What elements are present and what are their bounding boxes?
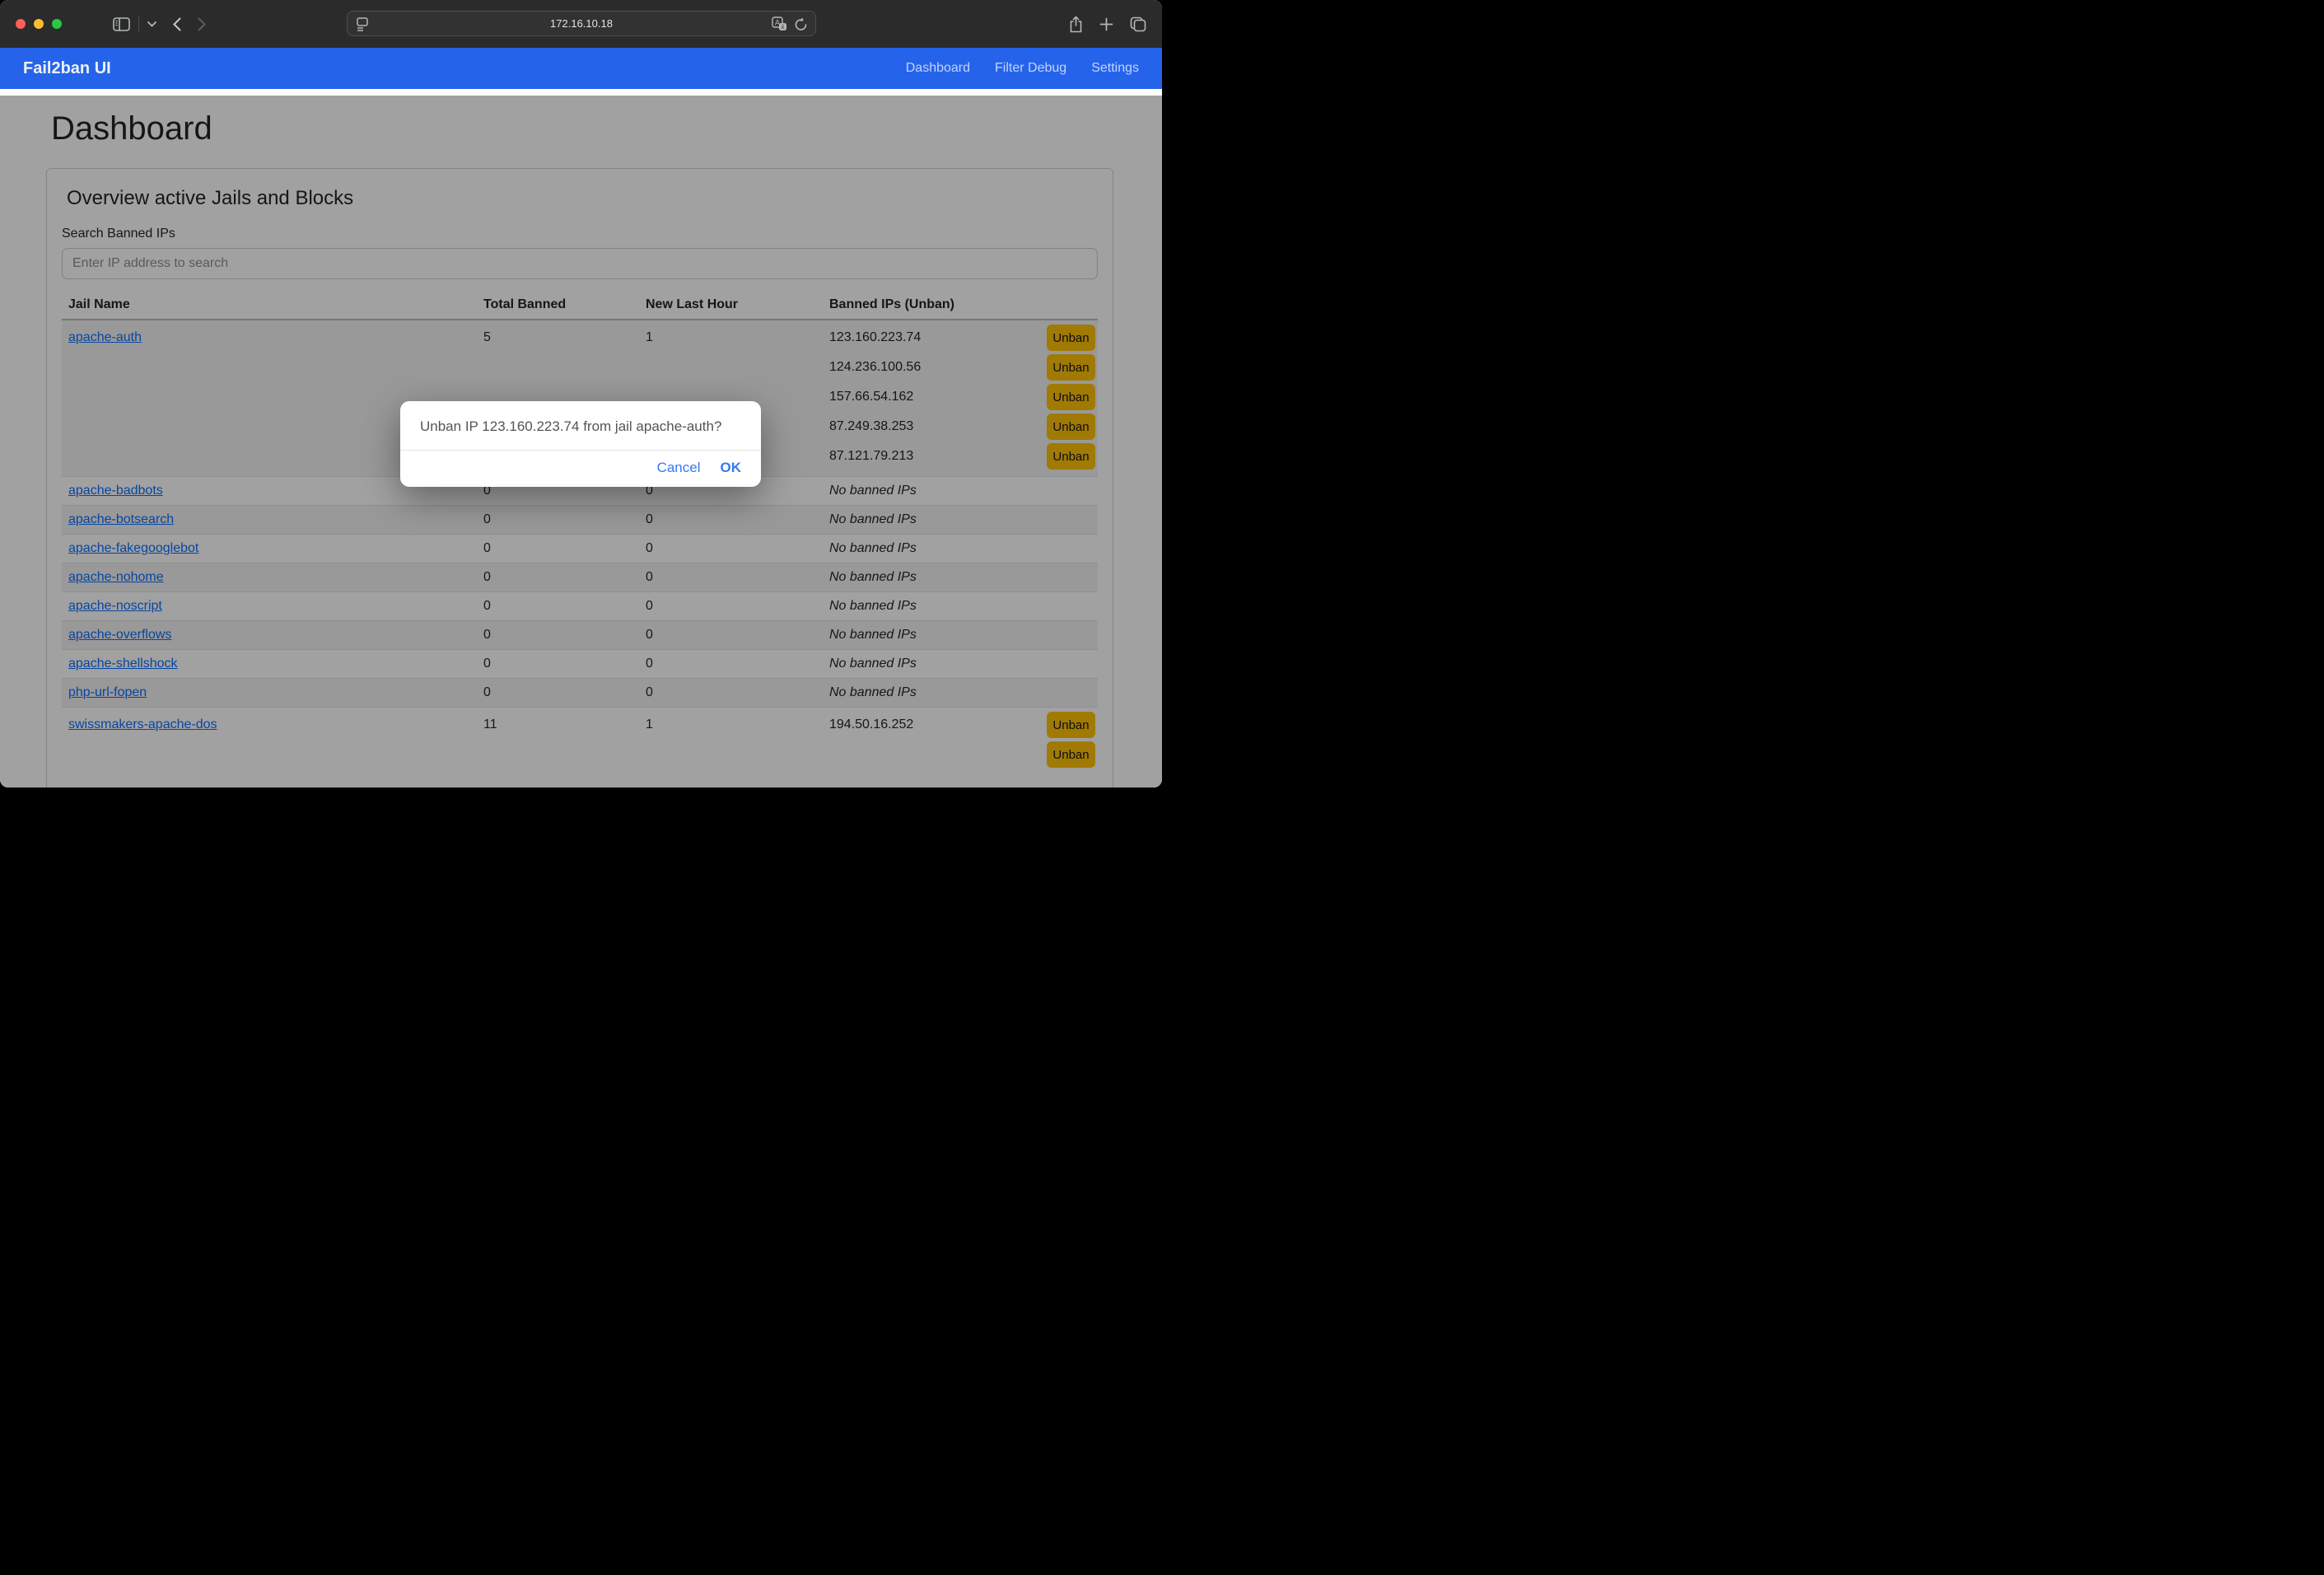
ok-button[interactable]: OK (721, 460, 742, 476)
cancel-button[interactable]: Cancel (657, 460, 701, 476)
close-window-button[interactable] (16, 19, 26, 29)
dialog-message: Unban IP 123.160.223.74 from jail apache… (400, 401, 761, 451)
minimize-window-button[interactable] (34, 19, 44, 29)
back-icon[interactable] (173, 17, 181, 31)
chevron-down-icon[interactable] (147, 21, 156, 27)
safari-window: 172.16.10.18 A x̄ (0, 0, 1162, 788)
new-tab-icon[interactable] (1099, 17, 1113, 31)
browser-toolbar: 172.16.10.18 A x̄ (0, 0, 1162, 48)
translate-icon[interactable]: A x̄ (772, 16, 787, 32)
nav-link-filter-debug[interactable]: Filter Debug (995, 61, 1066, 76)
reload-icon[interactable] (795, 18, 807, 31)
url-text[interactable]: 172.16.10.18 (348, 12, 815, 35)
confirm-dialog: Unban IP 123.160.223.74 from jail apache… (400, 401, 761, 487)
zoom-window-button[interactable] (52, 19, 62, 29)
toolbar-divider (138, 16, 139, 32)
nav-link-dashboard[interactable]: Dashboard (906, 61, 970, 76)
forward-icon[interactable] (198, 17, 206, 31)
sidebar-icon[interactable] (113, 17, 130, 31)
address-bar[interactable]: 172.16.10.18 A x̄ (347, 11, 816, 36)
tabs-overview-icon[interactable] (1130, 16, 1146, 32)
nav-link-settings[interactable]: Settings (1091, 61, 1139, 76)
web-content: Fail2ban UI Dashboard Filter Debug Setti… (0, 48, 1162, 788)
brand[interactable]: Fail2ban UI (23, 59, 111, 78)
traffic-lights (0, 19, 62, 29)
svg-text:x̄: x̄ (781, 24, 784, 30)
share-icon[interactable] (1069, 16, 1083, 33)
site-navbar: Fail2ban UI Dashboard Filter Debug Setti… (0, 48, 1162, 89)
